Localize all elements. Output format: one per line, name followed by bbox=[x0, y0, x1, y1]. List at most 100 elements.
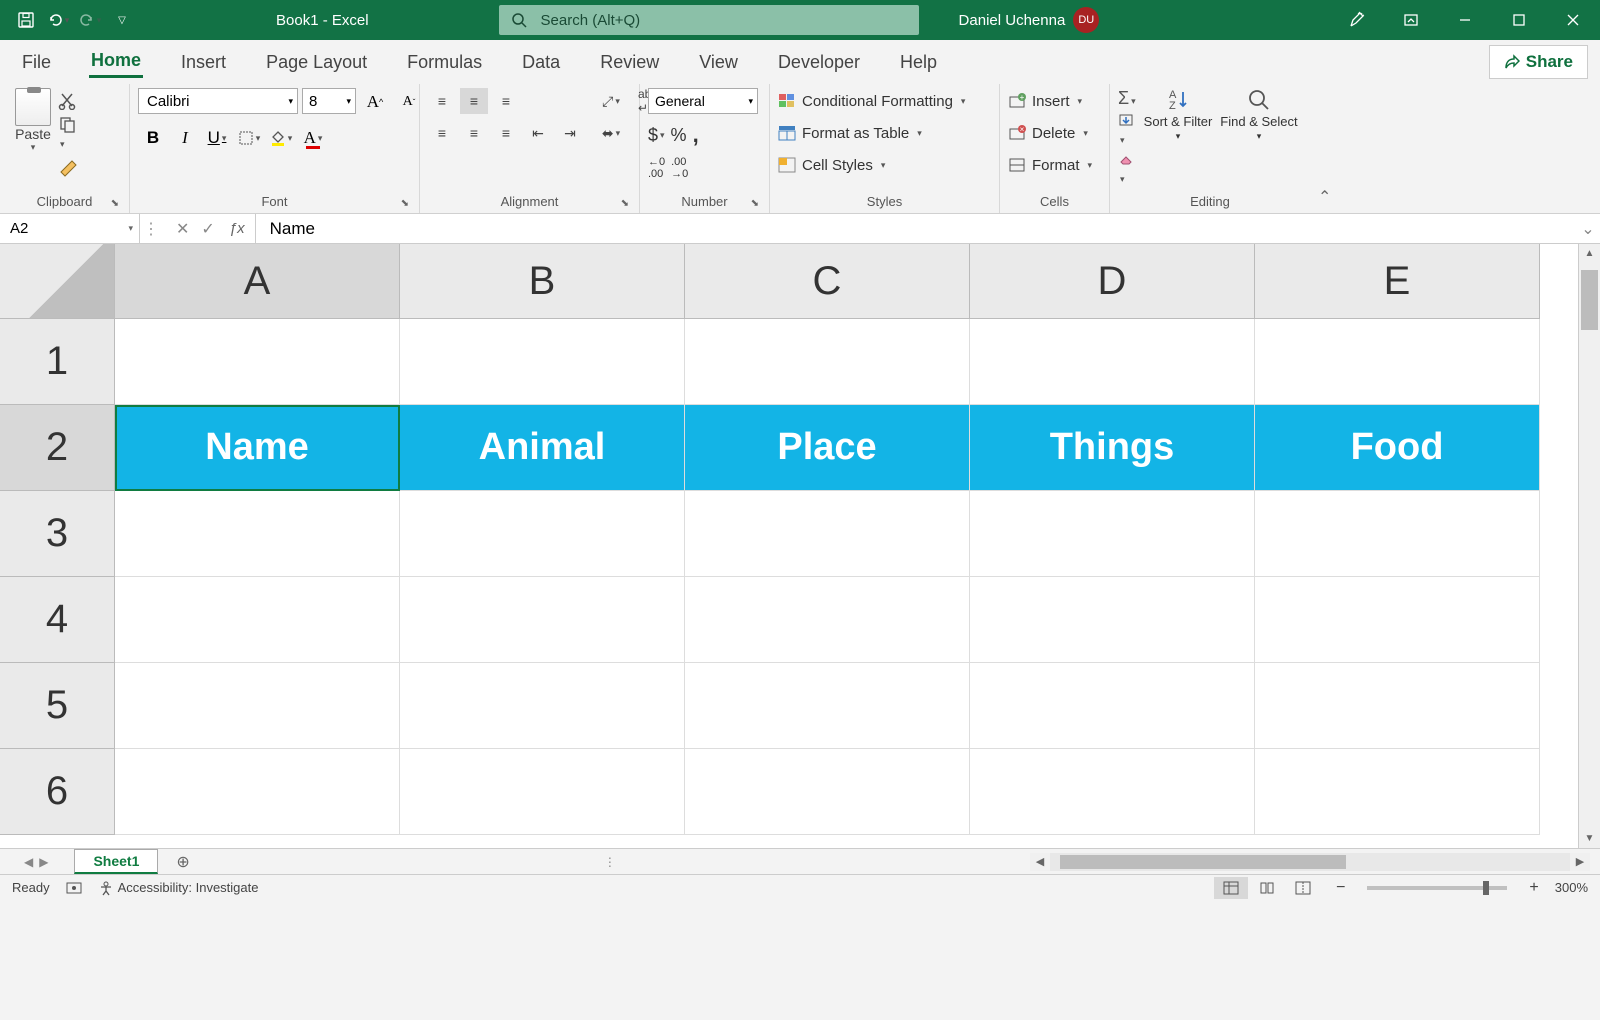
cell[interactable] bbox=[970, 749, 1255, 835]
pen-icon[interactable] bbox=[1330, 0, 1384, 40]
tab-split-icon[interactable]: ⋮ bbox=[604, 855, 616, 869]
tab-data[interactable]: Data bbox=[520, 48, 562, 77]
name-box[interactable]: A2▾ bbox=[0, 214, 140, 243]
tab-view[interactable]: View bbox=[697, 48, 740, 77]
percent-format-icon[interactable]: % bbox=[671, 122, 687, 148]
page-layout-view-icon[interactable] bbox=[1250, 877, 1284, 899]
cell[interactable] bbox=[1255, 319, 1540, 405]
cell[interactable] bbox=[400, 491, 685, 577]
delete-cells-button[interactable]: × Delete bbox=[1008, 120, 1092, 146]
align-bottom-icon[interactable]: ≡ bbox=[492, 88, 520, 114]
tab-developer[interactable]: Developer bbox=[776, 48, 862, 77]
italic-button[interactable]: I bbox=[170, 124, 200, 152]
format-as-table-button[interactable]: Format as Table bbox=[778, 120, 965, 146]
row-header[interactable]: 2 bbox=[0, 405, 115, 491]
scrollbar-thumb[interactable] bbox=[1581, 270, 1598, 330]
cell[interactable] bbox=[400, 319, 685, 405]
zoom-in-button[interactable]: + bbox=[1529, 879, 1538, 897]
fill-icon[interactable] bbox=[1118, 113, 1136, 148]
comma-format-icon[interactable]: , bbox=[693, 122, 699, 148]
find-select-button[interactable]: Find & Select▾ bbox=[1220, 88, 1297, 142]
accounting-format-icon[interactable]: $ bbox=[648, 122, 665, 148]
cell[interactable] bbox=[1255, 491, 1540, 577]
number-format-select[interactable]: General▾ bbox=[648, 88, 758, 114]
number-dialog-icon[interactable]: ⬊ bbox=[751, 198, 759, 209]
normal-view-icon[interactable] bbox=[1214, 877, 1248, 899]
orientation-icon[interactable]: ⤢ bbox=[594, 88, 628, 114]
alignment-dialog-icon[interactable]: ⬊ bbox=[621, 198, 629, 209]
paste-dropdown[interactable]: ▾ bbox=[31, 142, 36, 153]
macro-record-icon[interactable] bbox=[66, 881, 82, 895]
formula-input[interactable]: Name bbox=[256, 214, 1576, 243]
page-break-view-icon[interactable] bbox=[1286, 877, 1320, 899]
cell[interactable] bbox=[115, 319, 400, 405]
close-button[interactable] bbox=[1546, 0, 1600, 40]
column-header[interactable]: D bbox=[970, 244, 1255, 319]
font-color-button[interactable]: A bbox=[298, 124, 328, 152]
border-button[interactable] bbox=[234, 124, 264, 152]
cell[interactable] bbox=[970, 319, 1255, 405]
increase-decimal-icon[interactable]: ←0.00 bbox=[648, 156, 665, 180]
cut-icon[interactable] bbox=[58, 92, 80, 110]
tab-formulas[interactable]: Formulas bbox=[405, 48, 484, 77]
new-sheet-button[interactable]: ⊕ bbox=[168, 852, 197, 872]
undo-button[interactable] bbox=[44, 6, 72, 34]
insert-cells-button[interactable]: + Insert bbox=[1008, 88, 1092, 114]
redo-button[interactable] bbox=[76, 6, 104, 34]
row-header[interactable]: 1 bbox=[0, 319, 115, 405]
cell[interactable] bbox=[685, 749, 970, 835]
align-middle-icon[interactable]: ≡ bbox=[460, 88, 488, 114]
enter-formula-icon[interactable]: ✓ bbox=[201, 219, 214, 239]
collapse-ribbon-icon[interactable]: ⌃ bbox=[1318, 187, 1331, 207]
cell[interactable] bbox=[1255, 749, 1540, 835]
decrease-indent-icon[interactable]: ⇤ bbox=[524, 120, 552, 146]
cell[interactable] bbox=[115, 491, 400, 577]
horizontal-scrollbar[interactable]: ◀ ▶ bbox=[1030, 853, 1590, 871]
cancel-formula-icon[interactable]: ✕ bbox=[176, 219, 189, 239]
cell[interactable] bbox=[1255, 663, 1540, 749]
align-center-icon[interactable]: ≡ bbox=[460, 120, 488, 146]
copy-icon[interactable] bbox=[58, 116, 80, 152]
paste-button[interactable]: Paste bbox=[15, 126, 51, 142]
sort-filter-button[interactable]: AZ Sort & Filter▾ bbox=[1144, 88, 1213, 142]
fill-color-button[interactable] bbox=[266, 124, 296, 152]
cell[interactable] bbox=[970, 577, 1255, 663]
cell[interactable]: Name bbox=[115, 405, 400, 491]
user-account[interactable]: Daniel Uchenna DU bbox=[959, 7, 1100, 33]
cell[interactable] bbox=[400, 663, 685, 749]
font-name-select[interactable]: Calibri▾ bbox=[138, 88, 298, 114]
zoom-slider[interactable] bbox=[1367, 886, 1507, 890]
cell[interactable] bbox=[685, 577, 970, 663]
cell[interactable] bbox=[970, 491, 1255, 577]
cell[interactable] bbox=[970, 663, 1255, 749]
decrease-decimal-icon[interactable]: .00→0 bbox=[671, 156, 688, 180]
tab-home[interactable]: Home bbox=[89, 46, 143, 78]
sheet-tab[interactable]: Sheet1 bbox=[74, 849, 158, 874]
tab-insert[interactable]: Insert bbox=[179, 48, 228, 77]
cell[interactable] bbox=[400, 577, 685, 663]
cell[interactable] bbox=[1255, 577, 1540, 663]
align-left-icon[interactable]: ≡ bbox=[428, 120, 456, 146]
zoom-out-button[interactable]: − bbox=[1336, 879, 1345, 897]
minimize-button[interactable] bbox=[1438, 0, 1492, 40]
tab-page-layout[interactable]: Page Layout bbox=[264, 48, 369, 77]
underline-button[interactable]: U bbox=[202, 124, 232, 152]
cell[interactable]: Food bbox=[1255, 405, 1540, 491]
increase-font-icon[interactable]: A^ bbox=[360, 88, 390, 116]
qat-dropdown[interactable]: ▽ bbox=[108, 6, 136, 34]
align-top-icon[interactable]: ≡ bbox=[428, 88, 456, 114]
font-dialog-icon[interactable]: ⬊ bbox=[401, 198, 409, 209]
tab-help[interactable]: Help bbox=[898, 48, 939, 77]
name-box-menu[interactable]: ⋮ bbox=[140, 214, 162, 243]
autosum-icon[interactable]: Σ bbox=[1118, 88, 1136, 109]
column-header[interactable]: C bbox=[685, 244, 970, 319]
cell[interactable] bbox=[115, 663, 400, 749]
format-cells-button[interactable]: Format bbox=[1008, 152, 1092, 178]
select-all-corner[interactable] bbox=[0, 244, 115, 319]
tab-file[interactable]: File bbox=[20, 48, 53, 77]
share-button[interactable]: Share bbox=[1489, 45, 1588, 79]
tab-review[interactable]: Review bbox=[598, 48, 661, 77]
accessibility-status[interactable]: Accessibility: Investigate bbox=[98, 880, 259, 896]
cell[interactable]: Animal bbox=[400, 405, 685, 491]
cell[interactable] bbox=[115, 749, 400, 835]
